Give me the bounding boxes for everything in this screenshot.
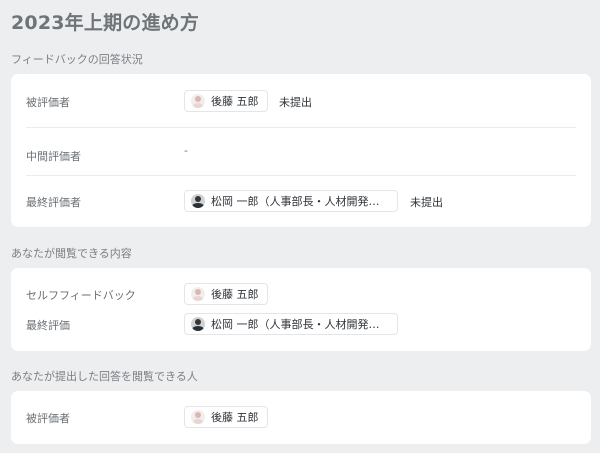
feedback-status-card: 被評価者 後藤 五郎 未提出 中間評価者 - 最終評価者 松岡 一郎（人事部長・…: [11, 74, 591, 227]
section-heading-viewable-content: あなたが閲覧できる内容: [11, 247, 132, 260]
row-mid-reviewer: 中間評価者 -: [11, 144, 591, 166]
status-text: 未提出: [279, 96, 312, 109]
row-label: 被評価者: [26, 412, 70, 425]
divider: [26, 175, 576, 176]
person-chip-goto[interactable]: 後藤 五郎: [184, 406, 268, 428]
row-final-evaluation: 最終評価 松岡 一郎（人事部長・人材開発…: [11, 313, 591, 335]
viewers-card: 被評価者 後藤 五郎: [11, 391, 591, 444]
empty-value: -: [184, 144, 188, 157]
status-text: 未提出: [410, 196, 443, 209]
page-title: 2023年上期の進め方: [11, 12, 200, 34]
avatar: [191, 94, 205, 108]
person-chip-goto[interactable]: 後藤 五郎: [184, 90, 268, 112]
row-label: 最終評価者: [26, 196, 81, 209]
person-name: 後藤 五郎: [211, 95, 259, 108]
row-label: セルフフィードバック: [26, 289, 136, 302]
avatar: [191, 317, 205, 331]
row-label: 最終評価: [26, 319, 70, 332]
person-name: 松岡 一郎（人事部長・人材開発…: [211, 195, 380, 208]
person-name: 後藤 五郎: [211, 288, 259, 301]
row-reviewee: 被評価者 後藤 五郎 未提出: [11, 90, 591, 112]
person-chip-matsuoka[interactable]: 松岡 一郎（人事部長・人材開発…: [184, 313, 398, 335]
person-chip-matsuoka[interactable]: 松岡 一郎（人事部長・人材開発…: [184, 190, 398, 212]
avatar: [191, 287, 205, 301]
divider: [26, 127, 576, 128]
row-self-feedback: セルフフィードバック 後藤 五郎: [11, 283, 591, 305]
avatar: [191, 194, 205, 208]
section-heading-feedback-status: フィードバックの回答状況: [11, 53, 143, 66]
person-chip-goto[interactable]: 後藤 五郎: [184, 283, 268, 305]
avatar: [191, 410, 205, 424]
row-reviewee: 被評価者 後藤 五郎: [11, 406, 591, 428]
row-label: 被評価者: [26, 96, 70, 109]
viewable-content-card: セルフフィードバック 後藤 五郎 最終評価 松岡 一郎（人事部長・人材開発…: [11, 268, 591, 351]
row-label: 中間評価者: [26, 150, 81, 163]
person-name: 松岡 一郎（人事部長・人材開発…: [211, 318, 380, 331]
person-name: 後藤 五郎: [211, 411, 259, 424]
section-heading-viewers: あなたが提出した回答を閲覧できる人: [11, 370, 198, 383]
row-final-reviewer: 最終評価者 松岡 一郎（人事部長・人材開発… 未提出: [11, 190, 591, 212]
